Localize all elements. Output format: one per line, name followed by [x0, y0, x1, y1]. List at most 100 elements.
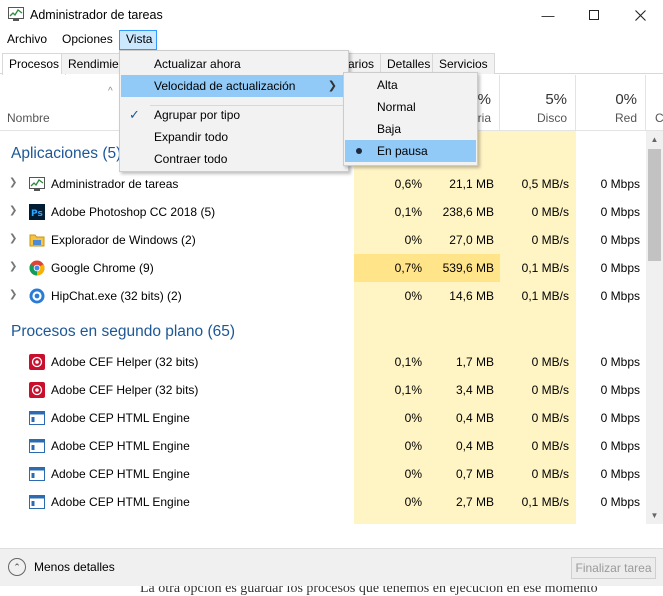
disk-value: 0 MB/s — [531, 233, 569, 247]
menu-bar: Archivo Opciones Vista — [0, 30, 663, 50]
velocidad-submenu: Alta Normal Baja En pausa — [343, 72, 478, 166]
maximize-button[interactable] — [571, 0, 617, 30]
column-header-extra[interactable]: C — [646, 75, 663, 131]
table-row[interactable]: Adobe CEP HTML Engine 0% 0,7 MB 0 MB/s 0… — [0, 460, 646, 488]
menu-opciones[interactable]: Opciones — [56, 30, 119, 50]
vista-dropdown-menu: Actualizar ahora Velocidad de actualizac… — [119, 50, 349, 172]
adobe-cef-icon — [29, 382, 45, 398]
submenu-item-baja[interactable]: Baja — [345, 118, 476, 140]
submenu-item-label: Baja — [377, 122, 402, 136]
scroll-up-icon[interactable]: ▲ — [646, 131, 663, 148]
network-value: 0 Mbps — [600, 495, 640, 509]
menu-item-velocidad[interactable]: Velocidad de actualización ❯ — [121, 75, 347, 97]
disk-value: 0,1 MB/s — [521, 495, 569, 509]
chevron-right-icon: ❯ — [327, 80, 337, 92]
vertical-scrollbar[interactable]: ▲ ▼ — [646, 131, 663, 524]
table-row[interactable]: Adobe CEP HTML Engine 0% 2,7 MB 0,1 MB/s… — [0, 488, 646, 516]
menu-item-contraer[interactable]: Contraer todo — [121, 148, 347, 170]
title-bar: Administrador de tareas — — [0, 0, 663, 30]
scrollbar-thumb[interactable] — [648, 149, 661, 261]
process-name: Google Chrome (9) — [51, 261, 154, 275]
app-window-icon — [29, 467, 45, 481]
cpu-value: 0% — [404, 439, 422, 453]
column-header-network[interactable]: 0% Red — [576, 75, 646, 131]
network-value: 0 Mbps — [600, 177, 640, 191]
memory-value: 238,6 MB — [442, 205, 494, 219]
table-row[interactable]: Adobe CEP HTML Engine 0% 0,4 MB 0 MB/s 0… — [0, 432, 646, 460]
memory-value: 539,6 MB — [442, 261, 494, 275]
cpu-value: 0,1% — [394, 205, 422, 219]
network-total-pct: 0% — [615, 91, 637, 108]
network-value: 0 Mbps — [600, 411, 640, 425]
end-task-button[interactable]: Finalizar tarea — [571, 557, 656, 579]
close-button[interactable] — [617, 0, 663, 30]
menu-item-expandir[interactable]: Expandir todo — [121, 126, 347, 148]
scroll-down-icon[interactable]: ▼ — [646, 507, 663, 524]
disk-value: 0 MB/s — [531, 467, 569, 481]
menu-item-actualizar[interactable]: Actualizar ahora — [121, 53, 347, 75]
folder-icon — [29, 234, 45, 247]
group-header-apps: Aplicaciones (5) — [11, 145, 122, 162]
process-name: Administrador de tareas — [51, 177, 179, 191]
chevron-right-icon[interactable]: ❯ — [9, 289, 17, 300]
network-value: 0 Mbps — [600, 289, 640, 303]
radio-bullet-icon — [356, 148, 362, 154]
column-name-label: Nombre — [7, 111, 50, 125]
tab-procesos[interactable]: Procesos — [2, 53, 67, 75]
process-name: Adobe Photoshop CC 2018 (5) — [51, 205, 216, 219]
network-value: 0 Mbps — [600, 355, 640, 369]
cpu-value: 0,1% — [394, 355, 422, 369]
chevron-right-icon[interactable]: ❯ — [9, 205, 17, 216]
table-row[interactable]: ❯ Google Chrome (9) 0,7% 539,6 MB 0,1 MB… — [0, 254, 646, 282]
submenu-item-en-pausa[interactable]: En pausa — [345, 140, 476, 162]
chevron-right-icon[interactable]: ❯ — [9, 177, 17, 188]
footer-bar: ⌃ Menos detalles Finalizar tarea — [0, 548, 663, 586]
cpu-value: 0,7% — [394, 261, 422, 275]
disk-value: 0 MB/s — [531, 439, 569, 453]
tab-servicios[interactable]: Servicios — [432, 53, 495, 74]
close-icon — [634, 9, 646, 21]
less-details-link[interactable]: Menos detalles — [34, 560, 115, 574]
network-value: 0 Mbps — [600, 383, 640, 397]
cpu-value: 0% — [404, 233, 422, 247]
menu-item-label: Agrupar por tipo — [154, 108, 241, 122]
minimize-button[interactable]: — — [525, 0, 571, 30]
memory-value: 21,1 MB — [449, 177, 494, 191]
table-row[interactable]: Adobe CEF Helper (32 bits) 0,1% 3,4 MB 0… — [0, 376, 646, 404]
menu-vista[interactable]: Vista — [119, 30, 157, 50]
column-header-disk[interactable]: 5% Disco — [500, 75, 576, 131]
submenu-item-alta[interactable]: Alta — [345, 74, 476, 96]
chevron-right-icon[interactable]: ❯ — [9, 261, 17, 272]
menu-item-agrupar[interactable]: ✓ Agrupar por tipo — [121, 104, 347, 126]
disk-value: 0 MB/s — [531, 383, 569, 397]
table-row[interactable]: Adobe CEP HTML Engine 0% 0,4 MB 0 MB/s 0… — [0, 404, 646, 432]
disk-column-label: Disco — [536, 111, 567, 125]
process-name: Adobe CEP HTML Engine — [51, 411, 190, 425]
cpu-value: 0% — [404, 495, 422, 509]
table-row[interactable]: ❯ Explorador de Windows (2) 0% 27,0 MB 0… — [0, 226, 646, 254]
memory-value: 3,4 MB — [455, 383, 494, 397]
menu-item-label: Expandir todo — [154, 130, 229, 144]
network-value: 0 Mbps — [600, 261, 640, 275]
chevron-right-icon[interactable]: ❯ — [9, 233, 17, 244]
submenu-item-normal[interactable]: Normal — [345, 96, 476, 118]
article-text-strip: La otra opción es guardar los procesos q… — [0, 586, 663, 596]
table-row[interactable]: Adobe CEF Helper (32 bits) 0,1% 1,7 MB 0… — [0, 348, 646, 376]
memory-value: 27,0 MB — [449, 233, 494, 247]
tab-usuarios[interactable]: arios — [344, 53, 382, 74]
disk-value: 0 MB/s — [531, 411, 569, 425]
cpu-value: 0% — [404, 289, 422, 303]
cpu-value: 0,6% — [394, 177, 422, 191]
table-row[interactable]: ❯ HipChat.exe (32 bits) (2) 0% 14,6 MB 0… — [0, 282, 646, 310]
table-row[interactable]: ❯ Ps Adobe Photoshop CC 2018 (5) 0,1% 23… — [0, 198, 646, 226]
table-row[interactable]: ❯ Administrador de tareas 0,6% 21,1 MB 0… — [0, 170, 646, 198]
minimize-icon: — — [541, 7, 555, 23]
menu-archivo[interactable]: Archivo — [1, 30, 53, 50]
sort-arrow-icon: ^ — [108, 86, 113, 97]
process-name: Adobe CEP HTML Engine — [51, 467, 190, 481]
network-value: 0 Mbps — [600, 467, 640, 481]
window-title: Administrador de tareas — [30, 8, 163, 22]
hipchat-icon — [29, 288, 45, 304]
chevron-up-icon[interactable]: ⌃ — [8, 558, 26, 576]
tab-detalles[interactable]: Detalles — [380, 53, 438, 74]
